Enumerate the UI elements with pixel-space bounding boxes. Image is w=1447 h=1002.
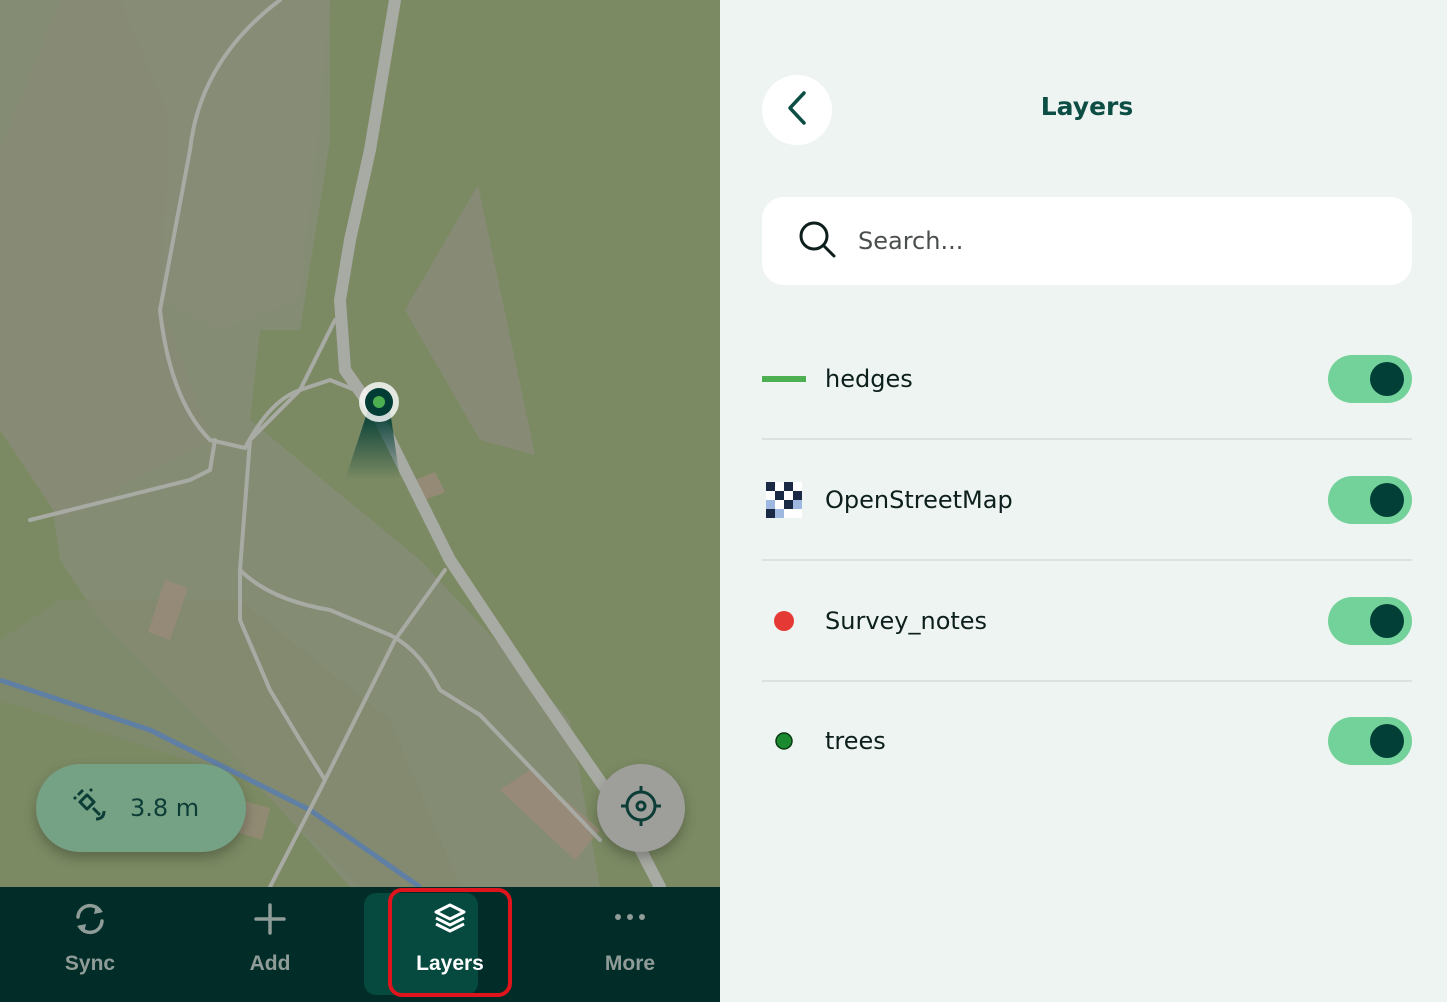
layer-row-survey-notes[interactable]: Survey_notes — [762, 561, 1412, 682]
nav-sync-label: Sync — [64, 952, 116, 975]
layer-row-trees[interactable]: trees — [762, 681, 1412, 801]
search-icon — [798, 220, 836, 263]
toggle-knob — [1370, 724, 1404, 758]
point-symbol-icon — [762, 599, 806, 643]
center-location-button[interactable] — [597, 764, 685, 852]
layer-visibility-toggle[interactable] — [1328, 597, 1412, 645]
nav-add-label: Add — [249, 952, 291, 975]
layer-name: OpenStreetMap — [825, 486, 1013, 514]
layer-name: trees — [825, 727, 886, 755]
nav-layers-label: Layers — [416, 952, 484, 975]
search-box[interactable] — [762, 197, 1412, 285]
nav-add-button[interactable]: Add — [180, 887, 360, 1002]
nav-more-label: More — [604, 952, 656, 975]
plus-icon — [252, 901, 288, 942]
layer-visibility-toggle[interactable] — [1328, 355, 1412, 403]
page-title: Layers — [1040, 92, 1134, 121]
nav-more-button[interactable]: More — [540, 887, 720, 1002]
point-symbol-icon — [762, 719, 806, 763]
nav-layers-button[interactable]: Layers — [360, 887, 540, 1002]
bottom-navigation-bar: Sync Add Layers More — [0, 887, 720, 1002]
map-screen: 3.8 m Sync Add Layers More — [0, 0, 720, 1002]
layers-panel: Layers hedges — [720, 0, 1447, 1002]
layer-row-hedges[interactable]: hedges — [762, 319, 1412, 440]
map-canvas[interactable] — [0, 0, 720, 887]
layer-visibility-toggle[interactable] — [1328, 476, 1412, 524]
gps-accuracy-pill[interactable]: 3.8 m — [36, 764, 246, 852]
more-icon — [612, 901, 648, 942]
layer-name: Survey_notes — [825, 607, 988, 635]
layer-name: hedges — [825, 365, 913, 393]
nav-sync-button[interactable]: Sync — [0, 887, 180, 1002]
toggle-knob — [1370, 362, 1404, 396]
toggle-knob — [1370, 483, 1404, 517]
layer-row-openstreetmap[interactable]: OpenStreetMap — [762, 440, 1412, 561]
sync-icon — [72, 901, 108, 942]
satellite-icon — [72, 787, 110, 830]
gps-accuracy-value: 3.8 m — [130, 794, 200, 822]
raster-tile-icon — [762, 478, 806, 522]
toggle-knob — [1370, 604, 1404, 638]
layers-icon — [432, 901, 468, 942]
chevron-left-icon — [782, 90, 812, 131]
crosshair-icon — [619, 784, 663, 833]
layer-visibility-toggle[interactable] — [1328, 717, 1412, 765]
search-input[interactable] — [858, 227, 1378, 255]
line-symbol-icon — [762, 357, 806, 401]
back-button[interactable] — [762, 75, 832, 145]
